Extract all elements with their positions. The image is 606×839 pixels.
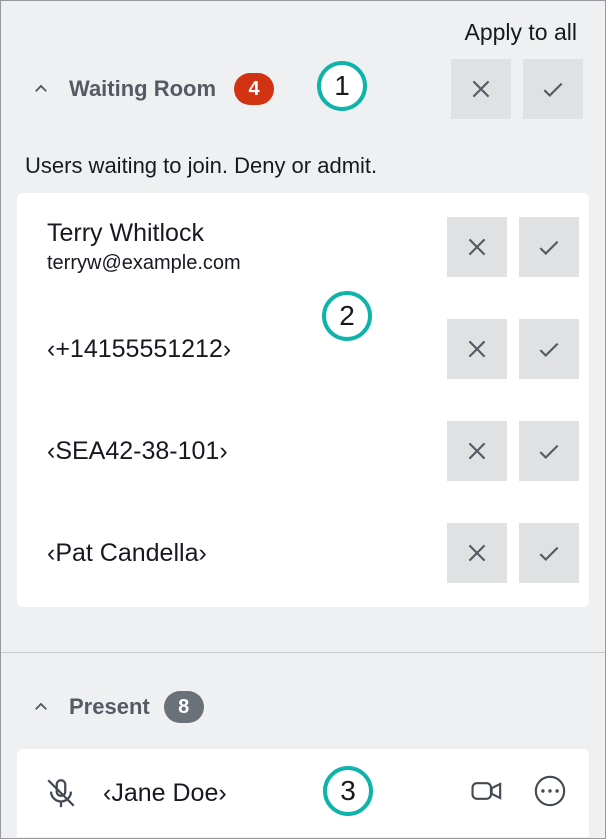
deny-all-button[interactable] [451, 59, 511, 119]
apply-to-all-label: Apply to all [464, 19, 577, 46]
more-options-icon[interactable] [533, 774, 567, 813]
admit-all-button[interactable] [523, 59, 583, 119]
apply-all-button-group [451, 59, 583, 119]
present-list: ‹Jane Doe› [17, 749, 589, 837]
present-title: Present [69, 694, 150, 720]
callout-marker-2: 2 [322, 291, 372, 341]
present-user-name: ‹Jane Doe› [103, 779, 469, 808]
admit-button[interactable] [519, 523, 579, 583]
waiting-user-row: ‹SEA42-38-101› [47, 421, 579, 481]
user-info: ‹Pat Candella› [47, 539, 447, 568]
deny-button[interactable] [447, 217, 507, 277]
present-count-badge: 8 [164, 691, 204, 723]
deny-button[interactable] [447, 319, 507, 379]
waiting-room-title: Waiting Room [69, 76, 216, 102]
callout-marker-1: 1 [317, 61, 367, 111]
user-name: ‹SEA42-38-101› [47, 437, 447, 466]
admit-button[interactable] [519, 319, 579, 379]
waiting-user-row: ‹+14155551212› [47, 319, 579, 379]
waiting-room-subtext: Users waiting to join. Deny or admit. [25, 153, 377, 179]
section-divider [1, 652, 605, 653]
user-info: ‹SEA42-38-101› [47, 437, 447, 466]
attendees-panel: Apply to all Waiting Room 4 Users waitin… [0, 0, 606, 839]
user-info: ‹+14155551212› [47, 335, 447, 364]
waiting-user-row: ‹Pat Candella› [47, 523, 579, 583]
waiting-room-header: Waiting Room 4 [1, 57, 605, 121]
waiting-room-count-badge: 4 [234, 73, 274, 105]
callout-marker-3: 3 [323, 766, 373, 816]
deny-button[interactable] [447, 421, 507, 481]
admit-button[interactable] [519, 421, 579, 481]
collapse-waiting-icon[interactable] [31, 79, 51, 99]
waiting-room-list: Terry Whitlock terryw@example.com ‹+1415… [17, 193, 589, 607]
user-name: ‹Pat Candella› [47, 539, 447, 568]
admit-button[interactable] [519, 217, 579, 277]
deny-button[interactable] [447, 523, 507, 583]
user-email: terryw@example.com [47, 252, 447, 275]
user-name: Terry Whitlock [47, 219, 447, 248]
user-name: ‹+14155551212› [47, 335, 447, 364]
mic-muted-icon [43, 775, 79, 811]
waiting-user-row: Terry Whitlock terryw@example.com [47, 217, 579, 277]
collapse-present-icon[interactable] [31, 697, 51, 717]
present-header: Present 8 [1, 679, 605, 735]
present-user-actions [469, 774, 567, 813]
video-icon[interactable] [469, 774, 503, 813]
user-info: Terry Whitlock terryw@example.com [47, 219, 447, 275]
